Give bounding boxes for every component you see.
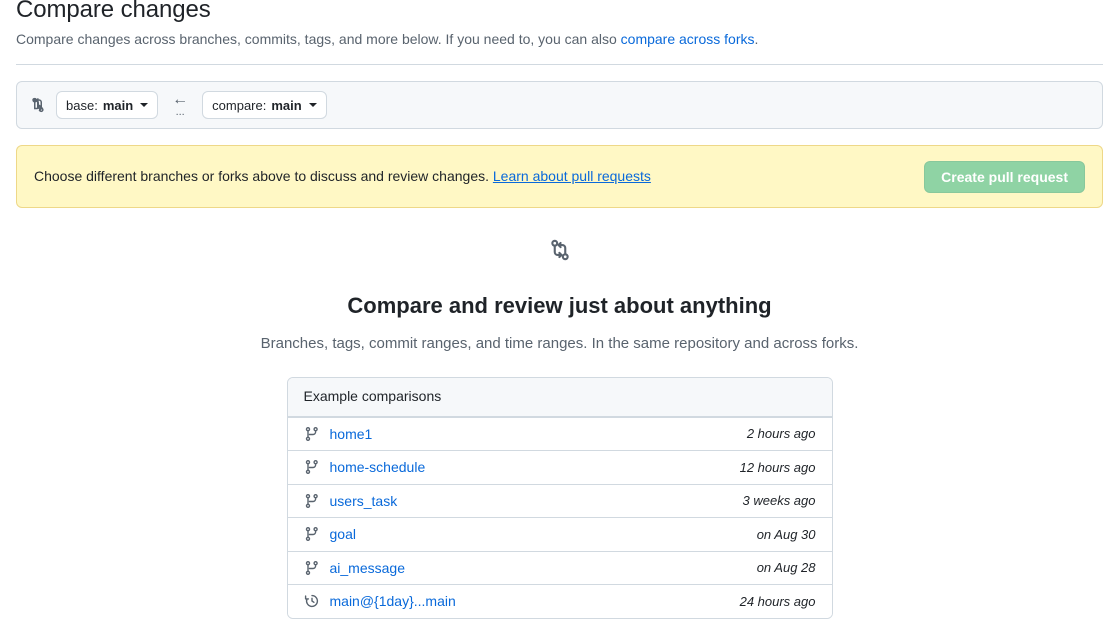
notice-message: Choose different branches or forks above… xyxy=(34,166,651,187)
example-comparison-link[interactable]: home1 xyxy=(330,426,735,442)
compare-branch-bar: base: main ← ... compare: main xyxy=(16,81,1103,129)
git-compare-icon xyxy=(548,238,572,262)
page-subtitle: Compare changes across branches, commits… xyxy=(16,29,1103,50)
page-title: Compare changes xyxy=(16,0,211,23)
subtitle-text-after: . xyxy=(754,31,759,47)
learn-about-pull-requests-link[interactable]: Learn about pull requests xyxy=(493,168,651,184)
table-row[interactable]: home1 2 hours ago xyxy=(287,416,832,451)
base-branch-prefix: base: xyxy=(66,97,98,113)
example-comparison-time: 2 hours ago xyxy=(746,426,816,442)
example-comparisons-table: Example comparisons home1 2 hours ago ho… xyxy=(286,377,833,619)
example-comparison-time: on Aug 28 xyxy=(756,560,816,576)
example-comparison-time: 24 hours ago xyxy=(739,593,816,609)
range-ellipsis: ... xyxy=(175,106,185,118)
history-icon xyxy=(304,593,320,609)
chevron-down-icon xyxy=(308,103,317,107)
base-branch-name: main xyxy=(102,97,134,113)
compare-direction-separator: ← ... xyxy=(169,91,191,118)
notice-text: Choose different branches or forks above… xyxy=(34,168,489,184)
compare-blankslate: Compare and review just about anything B… xyxy=(16,238,1103,619)
base-branch-selector[interactable]: base: main xyxy=(56,91,159,119)
compare-across-forks-link[interactable]: compare across forks xyxy=(621,31,755,47)
table-row[interactable]: users_task 3 weeks ago xyxy=(287,483,832,518)
example-comparison-time: 12 hours ago xyxy=(739,459,816,475)
git-branch-icon xyxy=(304,459,320,475)
compare-branch-prefix: compare: xyxy=(212,97,267,113)
example-comparison-link[interactable]: home-schedule xyxy=(330,459,728,475)
header-divider xyxy=(16,64,1103,65)
example-comparison-time: 3 weeks ago xyxy=(742,493,816,509)
compare-branch-name: main xyxy=(271,97,302,113)
table-row[interactable]: goal on Aug 30 xyxy=(287,517,832,551)
table-row[interactable]: home-schedule 12 hours ago xyxy=(287,450,832,484)
git-branch-icon xyxy=(304,526,320,542)
git-branch-icon xyxy=(304,426,320,442)
example-comparison-link[interactable]: goal xyxy=(330,526,745,542)
git-branch-icon xyxy=(304,560,320,576)
compare-changes-page: Compare changes Compare changes across b… xyxy=(0,0,1119,622)
subtitle-text-before: Compare changes across branches, commits… xyxy=(16,31,621,47)
example-comparison-link[interactable]: ai_message xyxy=(330,560,745,576)
git-compare-icon xyxy=(30,97,46,113)
create-pull-request-button[interactable]: Create pull request xyxy=(924,160,1085,193)
table-row[interactable]: ai_message on Aug 28 xyxy=(287,550,832,585)
compare-branch-selector[interactable]: compare: main xyxy=(202,91,327,119)
blankslate-subtitle: Branches, tags, commit ranges, and time … xyxy=(260,334,859,352)
blankslate-title: Compare and review just about anything xyxy=(347,293,772,318)
example-comparisons-heading: Example comparisons xyxy=(287,378,832,417)
arrow-left-icon: ← xyxy=(172,91,189,108)
example-comparison-link[interactable]: users_task xyxy=(330,493,731,509)
table-row[interactable]: main@{1day}...main 24 hours ago xyxy=(287,584,832,618)
example-comparison-link[interactable]: main@{1day}...main xyxy=(330,593,728,609)
example-comparison-time: on Aug 30 xyxy=(756,526,816,542)
git-branch-icon xyxy=(304,493,320,509)
chevron-down-icon xyxy=(140,103,149,107)
no-changes-notice: Choose different branches or forks above… xyxy=(16,145,1103,208)
